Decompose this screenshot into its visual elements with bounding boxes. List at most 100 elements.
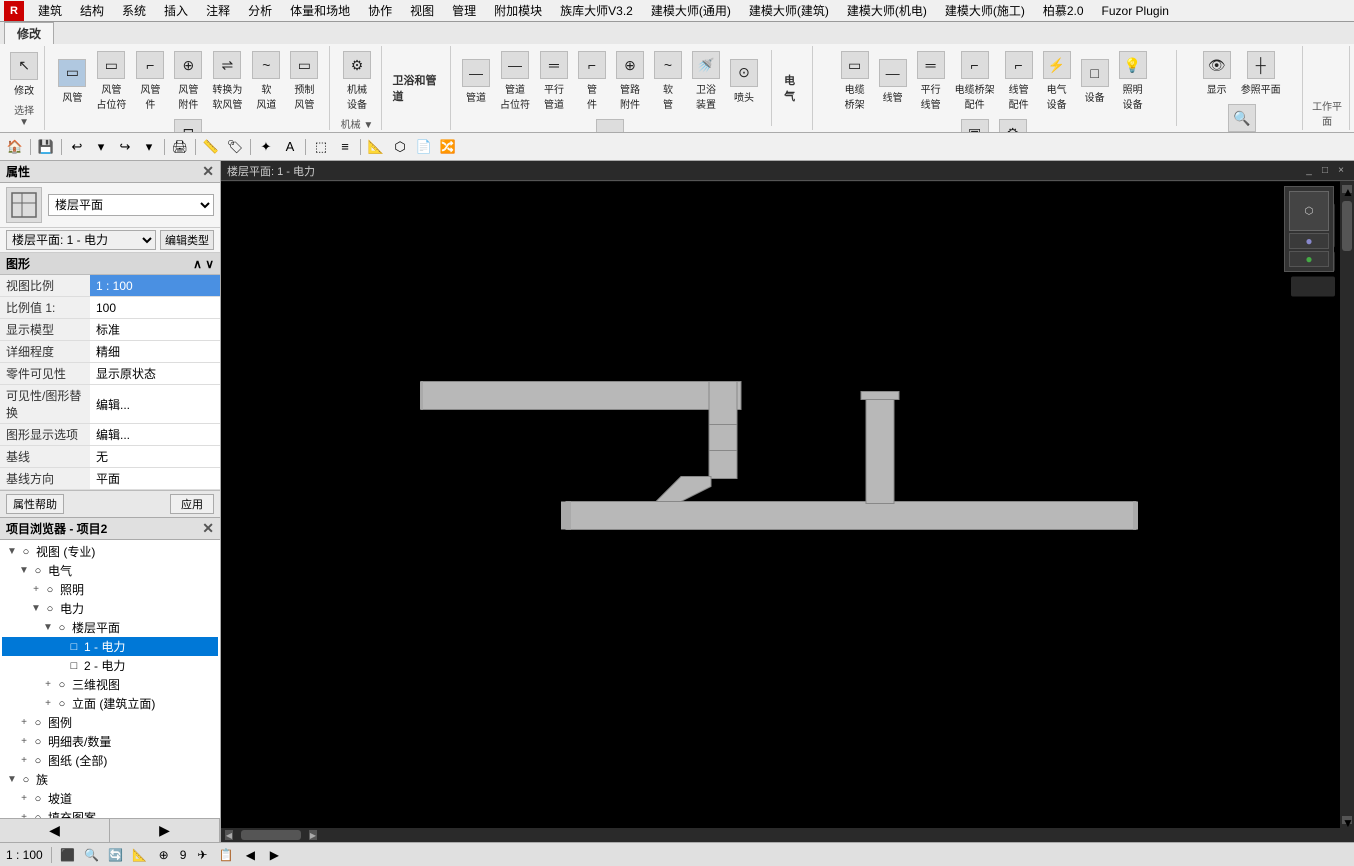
tree-item-elevations[interactable]: + ○ 立面 (建筑立面) bbox=[2, 694, 218, 713]
modify-button[interactable]: ↖ 修改 bbox=[6, 48, 42, 100]
menu-item-bomu[interactable]: 柏慕2.0 bbox=[1035, 0, 1092, 21]
menu-item-annotate[interactable]: 注释 bbox=[198, 0, 238, 21]
panel-nav-prev[interactable]: ◀ bbox=[0, 819, 110, 842]
duct-fitting-button[interactable]: ⌐ 风管件 bbox=[132, 48, 168, 114]
menu-item-addins[interactable]: 附加模块 bbox=[486, 0, 550, 21]
canvas-scrollbar-horizontal[interactable]: ◀ ▶ bbox=[221, 828, 1340, 842]
flex-pipe-button[interactable]: ~ 软管 bbox=[650, 48, 686, 114]
conduit-button[interactable]: — 线管 bbox=[875, 48, 911, 114]
property-apply-button[interactable]: 应用 bbox=[170, 494, 214, 514]
detail-button[interactable]: ⬡ bbox=[389, 136, 411, 158]
conduit-fitting-button[interactable]: ⌐ 线管配件 bbox=[1001, 48, 1037, 114]
status-icon-8[interactable]: ◀ bbox=[242, 847, 258, 863]
status-icon-9[interactable]: ▶ bbox=[266, 847, 282, 863]
electrical-equipment-button[interactable]: ⚡ 电气设备 bbox=[1039, 48, 1075, 114]
grid-button[interactable]: ≡ bbox=[334, 136, 356, 158]
redo-dropdown[interactable]: ▾ bbox=[138, 136, 160, 158]
status-icon-4[interactable]: 📐 bbox=[132, 847, 148, 863]
tree-item-electrical[interactable]: ▼ ○ 电气 bbox=[2, 561, 218, 580]
duct-accessory-button[interactable]: ⊕ 风管附件 bbox=[170, 48, 206, 114]
menu-item-bim-constr[interactable]: 建模大师(施工) bbox=[937, 0, 1033, 21]
tree-item-schedules[interactable]: + ○ 明细表/数量 bbox=[2, 732, 218, 751]
canvas-close-button[interactable]: × bbox=[1334, 164, 1348, 178]
plan-button[interactable]: 📄 bbox=[413, 136, 435, 158]
redo-button[interactable]: ↪ bbox=[114, 136, 136, 158]
tree-item-power[interactable]: ▼ ○ 电力 bbox=[2, 599, 218, 618]
status-icon-5[interactable]: ⊕ bbox=[156, 847, 172, 863]
pipe-fitting-button[interactable]: ⌐ 管件 bbox=[574, 48, 610, 114]
annotate-button[interactable]: 📐 bbox=[365, 136, 387, 158]
drawing-canvas[interactable]: ⬡ bbox=[221, 181, 1354, 842]
display-model-val[interactable]: 标准 bbox=[90, 319, 220, 341]
status-icon-6[interactable]: ✈ bbox=[194, 847, 210, 863]
viewer-button[interactable]: 🔍 查看器 bbox=[1223, 101, 1261, 132]
tree-item-3d-views[interactable]: + ○ 三维视图 bbox=[2, 675, 218, 694]
tree-item-lighting[interactable]: + ○ 照明 bbox=[2, 580, 218, 599]
underlay-orient-val[interactable]: 平面 bbox=[90, 468, 220, 490]
graphic-display-val[interactable]: 编辑... bbox=[90, 424, 220, 446]
reference-plane-button[interactable]: ┼ 参照平面 bbox=[1237, 48, 1285, 99]
scroll-thumb-vertical[interactable] bbox=[1342, 201, 1352, 251]
scroll-down-arrow[interactable]: ▼ bbox=[1342, 816, 1352, 824]
menu-item-insert[interactable]: 插入 bbox=[156, 0, 196, 21]
menu-item-bim-mep[interactable]: 建模大师(机电) bbox=[839, 0, 935, 21]
align-button[interactable]: ⬚ bbox=[310, 136, 332, 158]
plumbing-fixture-button[interactable]: 🚿 卫浴装置 bbox=[688, 48, 724, 114]
settings-button[interactable]: ⚙ 设置 bbox=[995, 116, 1031, 132]
measure-button[interactable]: 📏 bbox=[200, 136, 222, 158]
prefab-duct-button[interactable]: ▭ 预制风管 bbox=[286, 48, 322, 114]
view-cube-face[interactable]: ⬡ bbox=[1289, 191, 1329, 231]
display-button[interactable]: 👁 显示 bbox=[1199, 48, 1235, 99]
convert-flex-duct-button[interactable]: ⇌ 转换为软风管 bbox=[208, 48, 246, 114]
graphics-section-header[interactable]: 图形 ∧ ∨ bbox=[0, 253, 220, 275]
menu-item-family-library[interactable]: 族库大师V3.2 bbox=[552, 0, 641, 21]
tree-item-views[interactable]: ▼ ○ 视图 (专业) bbox=[2, 542, 218, 561]
tag-button[interactable]: 🏷 bbox=[224, 136, 246, 158]
tab-modify[interactable]: 修改 bbox=[4, 22, 54, 44]
scroll-left-arrow[interactable]: ◀ bbox=[225, 830, 233, 840]
ribbon-group-select-label[interactable]: 选择 ▼ bbox=[8, 100, 40, 128]
status-icon-1[interactable]: ⬛ bbox=[60, 847, 76, 863]
scale-value-val[interactable]: 100 bbox=[90, 297, 220, 319]
menu-item-manage[interactable]: 管理 bbox=[444, 0, 484, 21]
canvas-minimize-button[interactable]: _ bbox=[1302, 164, 1316, 178]
property-help-button[interactable]: 属性帮助 bbox=[6, 494, 64, 514]
tree-item-fill-patterns[interactable]: + ○ 填充图案 bbox=[2, 808, 218, 818]
tree-item-floor-2-power[interactable]: □ 2 - 电力 bbox=[2, 656, 218, 675]
tree-item-ramp[interactable]: + ○ 坡道 bbox=[2, 789, 218, 808]
flex-duct-button[interactable]: ~ 软风道 bbox=[248, 48, 284, 114]
status-icon-2[interactable]: 🔍 bbox=[84, 847, 100, 863]
status-icon-3[interactable]: 🔄 bbox=[108, 847, 124, 863]
text-button[interactable]: A bbox=[279, 136, 301, 158]
menu-item-bim-arch[interactable]: 建模大师(建筑) bbox=[741, 0, 837, 21]
snap-button[interactable]: ✦ bbox=[255, 136, 277, 158]
tree-item-families[interactable]: ▼ ○ 族 bbox=[2, 770, 218, 789]
pipe-placeholder-button[interactable]: — 管道占位符 bbox=[496, 48, 534, 114]
tree-item-legends[interactable]: + ○ 图例 bbox=[2, 713, 218, 732]
menu-item-view[interactable]: 视图 bbox=[402, 0, 442, 21]
canvas-area[interactable]: 楼层平面: 1 - 电力 _ □ × bbox=[221, 161, 1354, 842]
project-browser-close-button[interactable]: ✕ bbox=[202, 520, 214, 537]
menu-item-bim-general[interactable]: 建模大师(通用) bbox=[643, 0, 739, 21]
undo-button[interactable]: ↩ bbox=[66, 136, 88, 158]
properties-close-button[interactable]: ✕ bbox=[202, 163, 214, 180]
menu-item-fuzor[interactable]: Fuzor Plugin bbox=[1094, 2, 1177, 20]
parallel-conduit-button[interactable]: ═ 平行线管 bbox=[913, 48, 949, 114]
terminal-button[interactable]: ⊡ 末端 bbox=[170, 116, 206, 132]
element-type-select[interactable]: 楼层平面 bbox=[48, 194, 214, 216]
view-cube[interactable]: ⬡ ● ● bbox=[1284, 186, 1334, 272]
parts-visibility-val[interactable]: 显示原状态 bbox=[90, 363, 220, 385]
parallel-pipe-button[interactable]: ═ 平行管道 bbox=[536, 48, 572, 114]
menu-item-system[interactable]: 系统 bbox=[114, 0, 154, 21]
home-button[interactable]: 🏠 bbox=[4, 136, 26, 158]
duct-button[interactable]: ▭ 风管 bbox=[54, 48, 90, 114]
menu-item-architecture[interactable]: 建筑 bbox=[30, 0, 70, 21]
lighting-fixture-button[interactable]: 💡 照明设备 bbox=[1115, 48, 1151, 114]
tree-item-sheets[interactable]: + ○ 图纸 (全部) bbox=[2, 751, 218, 770]
floor-level-select[interactable]: 楼层平面: 1 - 电力 bbox=[6, 230, 156, 250]
pipe-accessory-button[interactable]: ⊕ 管路附件 bbox=[612, 48, 648, 114]
component-button[interactable]: ▣ 构件 bbox=[957, 116, 993, 132]
view-cube-nav-2[interactable]: ● bbox=[1289, 251, 1329, 267]
status-icon-7[interactable]: 📋 bbox=[218, 847, 234, 863]
switch-button[interactable]: 🔀 bbox=[437, 136, 459, 158]
